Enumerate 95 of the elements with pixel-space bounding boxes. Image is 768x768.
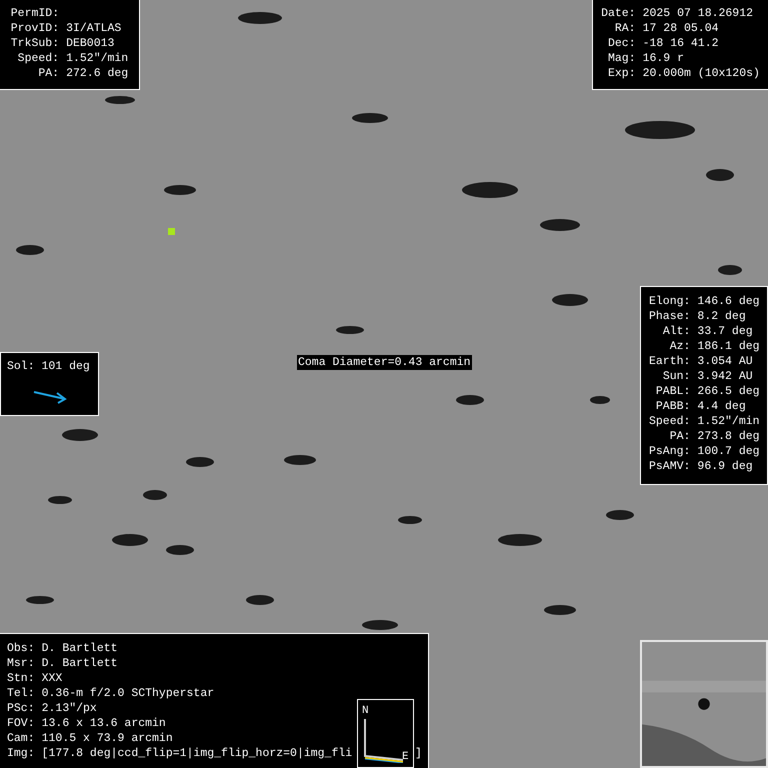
dark-streak — [62, 429, 98, 441]
field-value: 186.1 deg — [697, 339, 760, 354]
east-label: E — [402, 751, 409, 763]
field-label: PABB: — [654, 399, 690, 414]
field-value: D. Bartlett — [42, 656, 118, 671]
dark-streak — [143, 490, 167, 500]
field-label: Alt: — [662, 324, 690, 339]
field-value: 273.8 deg — [697, 429, 760, 444]
field-value: 4.4 deg — [697, 399, 747, 414]
field-label: PSc: — [7, 701, 35, 716]
dark-streak — [706, 169, 734, 181]
field-label: PermID: — [10, 6, 60, 21]
dark-streak — [398, 516, 422, 524]
field-value: XXX — [42, 671, 62, 686]
dark-streak — [186, 457, 214, 467]
field-label: PA: — [37, 66, 60, 81]
field-value: 1.52"/min — [66, 51, 130, 66]
field-value: 100.7 deg — [697, 444, 760, 459]
dark-streak — [498, 534, 542, 546]
field-value: 110.5 x 73.9 arcmin — [42, 731, 173, 746]
field-label: Obs: — [7, 641, 35, 656]
field-label: Stn: — [7, 671, 35, 686]
field-value: 33.7 deg — [697, 324, 754, 339]
dark-streak — [166, 545, 194, 555]
field-label: Date: — [600, 6, 636, 21]
field-label: Msr: — [7, 656, 35, 671]
field-value: 20.000m (10x120s) — [642, 66, 761, 81]
sun-direction-arrow-icon — [33, 390, 67, 404]
field-value: 3.054 AU — [697, 354, 754, 369]
dark-streak — [164, 185, 196, 195]
field-value: 8.2 deg — [697, 309, 747, 324]
north-label: N — [362, 705, 369, 717]
field-label: Sun: — [662, 369, 690, 384]
field-label: ProvID: — [10, 21, 60, 36]
field-label: Mag: — [606, 51, 636, 66]
dark-streak — [246, 595, 274, 605]
dark-streak — [26, 596, 54, 604]
field-label: Speed: — [649, 414, 690, 429]
field-value: D. Bartlett — [42, 641, 118, 656]
field-label: PsAMV: — [649, 459, 690, 474]
dark-streak — [362, 620, 398, 630]
field-value: [177.8 deg|ccd_flip=1|img_flip_horz=0|img_fli — [42, 746, 352, 761]
field-value: ] — [415, 746, 422, 761]
field-value: 3I/ATLAS — [66, 21, 122, 36]
field-label: Dec: — [606, 36, 636, 51]
field-value: 16.9 r — [642, 51, 686, 66]
field-value: 3.942 AU — [697, 369, 754, 384]
field-label: Tel: — [7, 686, 35, 701]
dark-streak — [625, 121, 695, 139]
field-label: Img: — [7, 746, 35, 761]
dark-streak — [112, 534, 148, 546]
dark-streak — [336, 326, 364, 334]
dark-streak — [552, 294, 588, 306]
field-label: Earth: — [649, 354, 690, 369]
dark-streak — [456, 395, 484, 405]
field-label: RA: — [614, 21, 636, 36]
dark-streak — [544, 605, 576, 615]
compass-axes-icon — [363, 719, 403, 763]
target-marker — [168, 228, 175, 235]
field-value: -18 16 41.2 — [642, 36, 720, 51]
field-value: 17 28 05.04 — [642, 21, 720, 36]
field-value: 266.5 deg — [697, 384, 760, 399]
dark-streak — [284, 455, 316, 465]
dark-streak — [590, 396, 610, 404]
field-label: TrkSub: — [10, 36, 60, 51]
field-label: PABL: — [654, 384, 690, 399]
field-value: 2025 07 18.26912 — [642, 6, 754, 21]
dark-streak — [606, 510, 634, 520]
field-label: FOV: — [7, 716, 35, 731]
field-value: 13.6 x 13.6 arcmin — [42, 716, 166, 731]
dark-streak — [352, 113, 388, 123]
field-label: Phase: — [649, 309, 690, 324]
field-label: Az: — [668, 339, 690, 354]
field-value: 2.13"/px — [42, 701, 97, 716]
field-value: 0.36-m f/2.0 SCThyperstar — [42, 686, 214, 701]
dark-streak — [16, 245, 44, 255]
dark-streak — [238, 12, 282, 24]
dark-streak — [540, 219, 580, 231]
dark-streak — [48, 496, 72, 504]
field-value: 146.6 deg — [697, 294, 760, 309]
sol-label: Sol: 101 deg — [7, 359, 91, 374]
field-value: 1.52"/min — [697, 414, 760, 429]
field-label: Cam: — [7, 731, 35, 746]
field-label: Exp: — [606, 66, 636, 81]
field-value: DEB0013 — [66, 36, 116, 51]
field-label: PsAng: — [649, 444, 690, 459]
field-value: 96.9 deg — [697, 459, 754, 474]
dark-streak — [105, 96, 135, 104]
field-value: 272.6 deg — [66, 66, 130, 81]
field-label: PA: — [668, 429, 690, 444]
dark-streak — [718, 265, 742, 275]
dark-streak — [462, 182, 518, 198]
field-label: Elong: — [649, 294, 690, 309]
field-label: Speed: — [16, 51, 60, 66]
coma-diameter-label: Coma Diameter=0.43 arcmin — [297, 355, 472, 370]
